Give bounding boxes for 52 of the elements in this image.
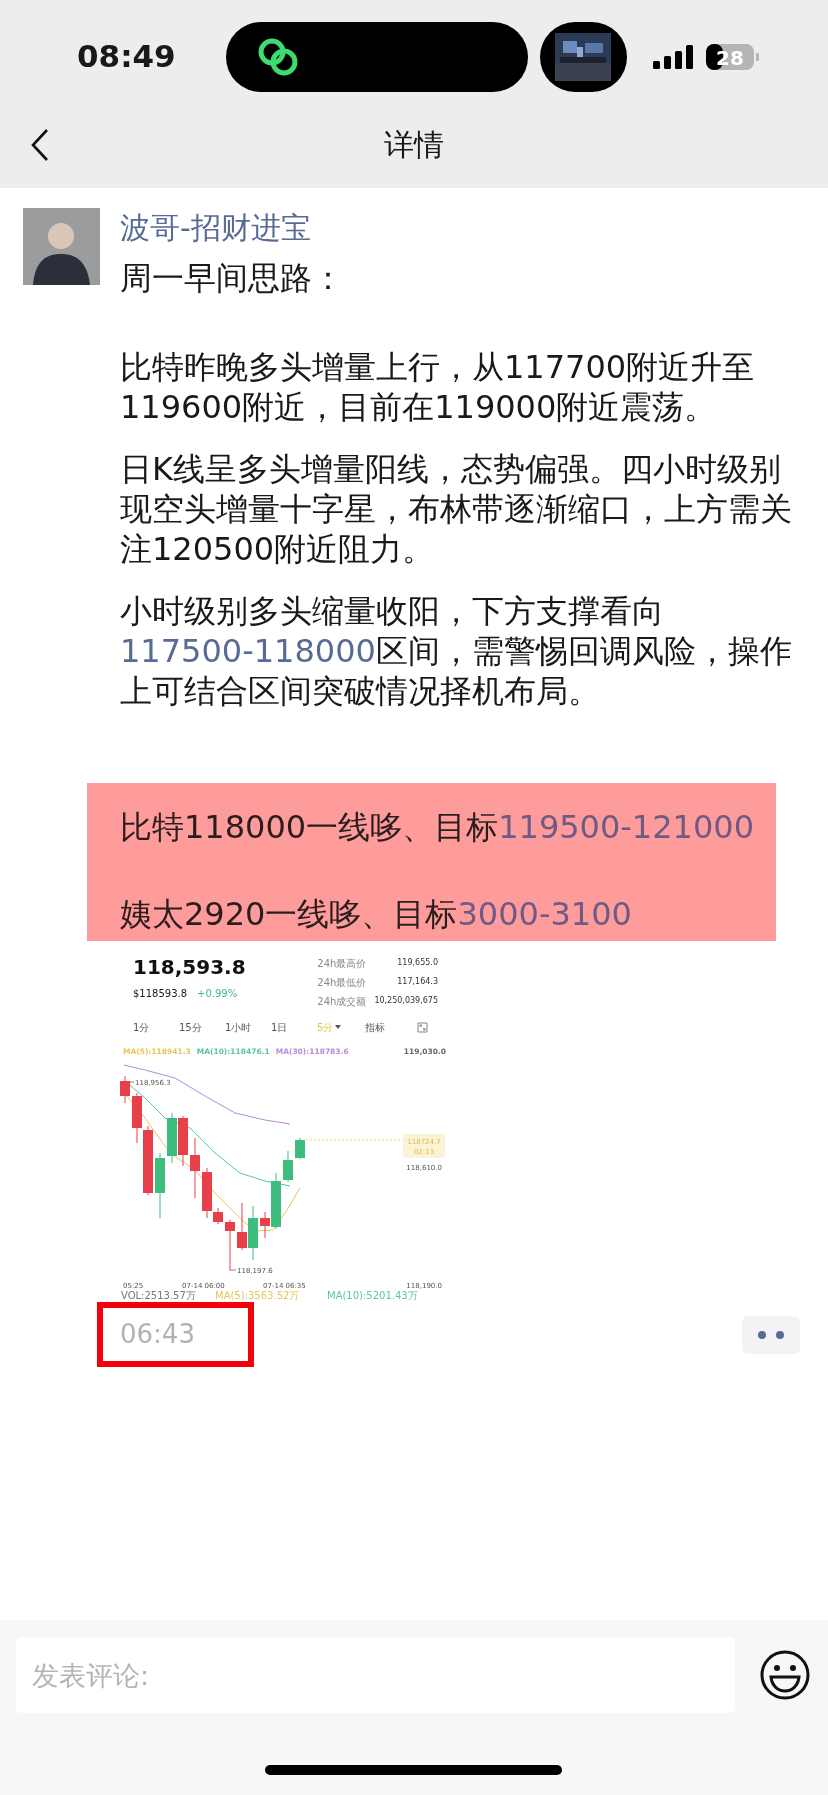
post-paragraph: 小时级别多头缩量收阳，下方支撑看向 117500-118000区间，需警惕回调风险，操作上可结合区间突破情况择机布局。: [120, 591, 793, 711]
candle: [155, 1153, 165, 1218]
stat-label: 24h成交额: [317, 994, 367, 1009]
price-tag: [403, 1134, 445, 1158]
emoji-icon[interactable]: [759, 1649, 811, 1701]
highlight-line: 姨太2920一线哆、目标3000-3100: [120, 894, 633, 934]
interval-tab[interactable]: 1小时: [225, 1019, 252, 1035]
candle: [283, 1151, 293, 1182]
usd-price: $118593.8: [133, 987, 188, 1001]
candle: [143, 1126, 153, 1195]
more-icon: [757, 1329, 785, 1340]
highlight-line: 比特118000一线哆、目标119500-121000: [120, 807, 755, 847]
post-paragraph: 比特昨晚多头增量上行，从117700附近升至119600附近，目前在119000附近震荡。: [120, 347, 756, 427]
stat-value: 117,164.3: [396, 976, 438, 988]
candle: [178, 1116, 188, 1166]
stat-value: 10,250,039,675: [374, 995, 438, 1007]
back-icon[interactable]: [30, 128, 50, 162]
price-value: 118,593.8: [133, 954, 246, 980]
price-change: +0.99%: [197, 987, 238, 1001]
candle: [295, 1138, 305, 1159]
author-name[interactable]: 波哥-招财进宝: [120, 208, 810, 248]
avatar[interactable]: [23, 208, 100, 285]
number-link[interactable]: 117500-118000: [120, 632, 376, 670]
volume-legend: MA(5):3563.52万: [215, 1290, 300, 1300]
stat-label: 24h最高价: [317, 956, 367, 971]
status-time: 08:49: [77, 37, 176, 76]
comment-field[interactable]: 发表评论:: [16, 1637, 735, 1713]
candle: [120, 1076, 130, 1103]
candle: [248, 1206, 258, 1260]
more-button[interactable]: [742, 1315, 800, 1354]
stat-value: 119,655.0: [396, 957, 438, 969]
candle: [167, 1113, 177, 1163]
expand-icon[interactable]: [417, 1021, 428, 1033]
candle: [190, 1138, 200, 1198]
post-time: 06:43: [120, 1318, 195, 1351]
page-title: 详情: [384, 125, 444, 164]
interval-tab[interactable]: 1分: [133, 1019, 150, 1035]
post-paragraph: 日K线呈多头增量阳线，态势偏强。四小时级别现空头增量十字星，布林带逐渐缩口，上方需关注120500附近阻力。: [120, 449, 793, 569]
leader-line: [128, 1081, 135, 1083]
candle: [237, 1203, 247, 1250]
volume-legend: MA(10):5201.43万: [327, 1290, 418, 1300]
post-paragraph: 周一早间思路：: [120, 258, 345, 298]
caret-icon: [335, 1024, 342, 1030]
signal-icon: [652, 45, 693, 69]
indicator-tab[interactable]: 指标: [365, 1019, 417, 1035]
candle: [225, 1220, 235, 1271]
candle: [132, 1093, 142, 1143]
interval-tab[interactable]: 1日: [271, 1019, 288, 1035]
volume-legend: VOL:2513.57万: [121, 1290, 196, 1300]
stat-label: 24h最低价: [317, 975, 367, 990]
interval-tab[interactable]: 15分: [179, 1019, 202, 1035]
leader-line: [230, 1269, 237, 1271]
